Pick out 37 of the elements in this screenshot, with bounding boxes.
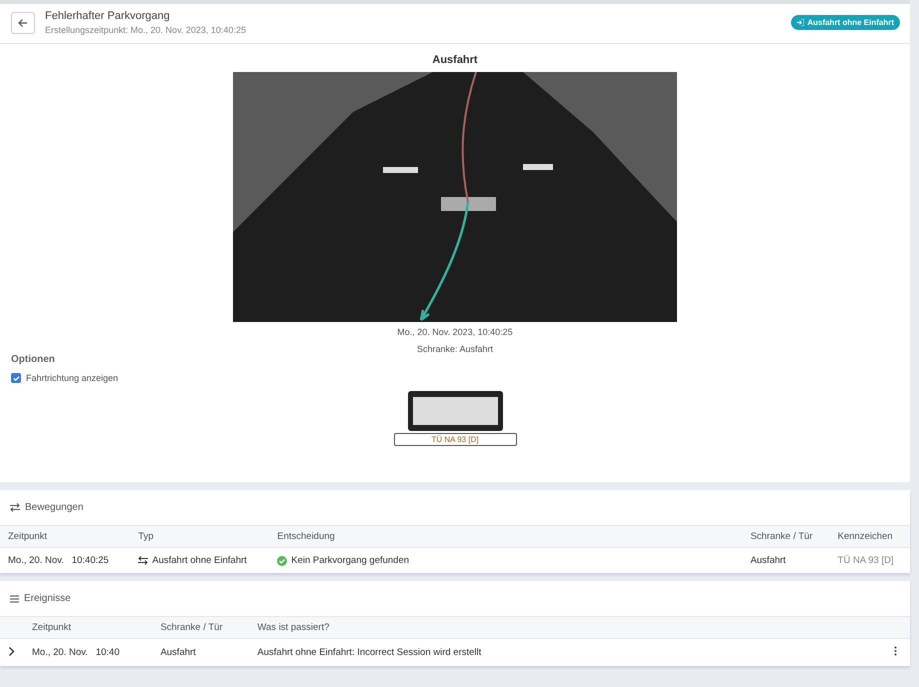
arrow-left-icon [18,18,28,28]
chevron-right-icon[interactable] [8,646,15,656]
column-header: Entscheidung [269,526,742,548]
table-cell: Ausfahrt [160,647,196,658]
table-cell: Ausfahrt [750,555,786,566]
table-cell: Ausfahrt ohne Einfahrt: Incorrect Session wird erstellt [257,647,482,658]
check-circle-icon [277,556,288,566]
exit-icon [797,19,804,26]
creation-time: Erstellungszeitpunkt: Mo., 20. Nov. 2023, 10:40:25 [45,25,247,35]
menu-icon [10,594,19,602]
section-title: Ereignisse [24,593,71,604]
back-button[interactable] [11,12,35,34]
checkbox[interactable] [11,373,21,383]
table-cell: TÜ NA 93 [D] [838,555,894,566]
column-header: Zeitpunkt [0,526,130,548]
options-title: Optionen [11,354,56,365]
camera-timestamp: Mo., 20. Nov. 2023, 10:40:25 [397,326,513,339]
table-cell: Mo., 20. Nov. 10:40:25 [8,555,109,566]
swap-arrows-icon [138,556,148,565]
swap-arrows-icon [10,503,20,512]
column-header: Schranke / Tür [742,526,830,548]
gate-label: Schranke: Ausfahrt [416,343,494,356]
checkbox-label: Fahrtrichtung anzeigen [26,373,118,383]
section-title: Bewegungen [25,502,84,513]
more-options-icon[interactable] [894,646,898,656]
table-cell: Ausfahrt ohne Einfahrt [152,555,247,566]
column-header: Typ [130,526,270,548]
page-title: Fehlerhafter Parkvorgang [45,10,171,22]
column-header: Zeitpunkt [24,616,152,638]
camera-title: Ausfahrt [432,54,478,66]
column-header: Kennzeichen [830,526,910,548]
column-header: Schranke / Tür [152,616,250,638]
table-cell: Kein Parkvorgang gefunden [291,555,410,566]
table-cell: Mo., 20. Nov. 10:40 [32,647,120,658]
plate-label: TÜ NA 93 [D] [394,433,516,446]
column-header: Was ist passiert? [249,616,886,638]
badge-label: Ausfahrt ohne Einfahrt [807,18,894,27]
